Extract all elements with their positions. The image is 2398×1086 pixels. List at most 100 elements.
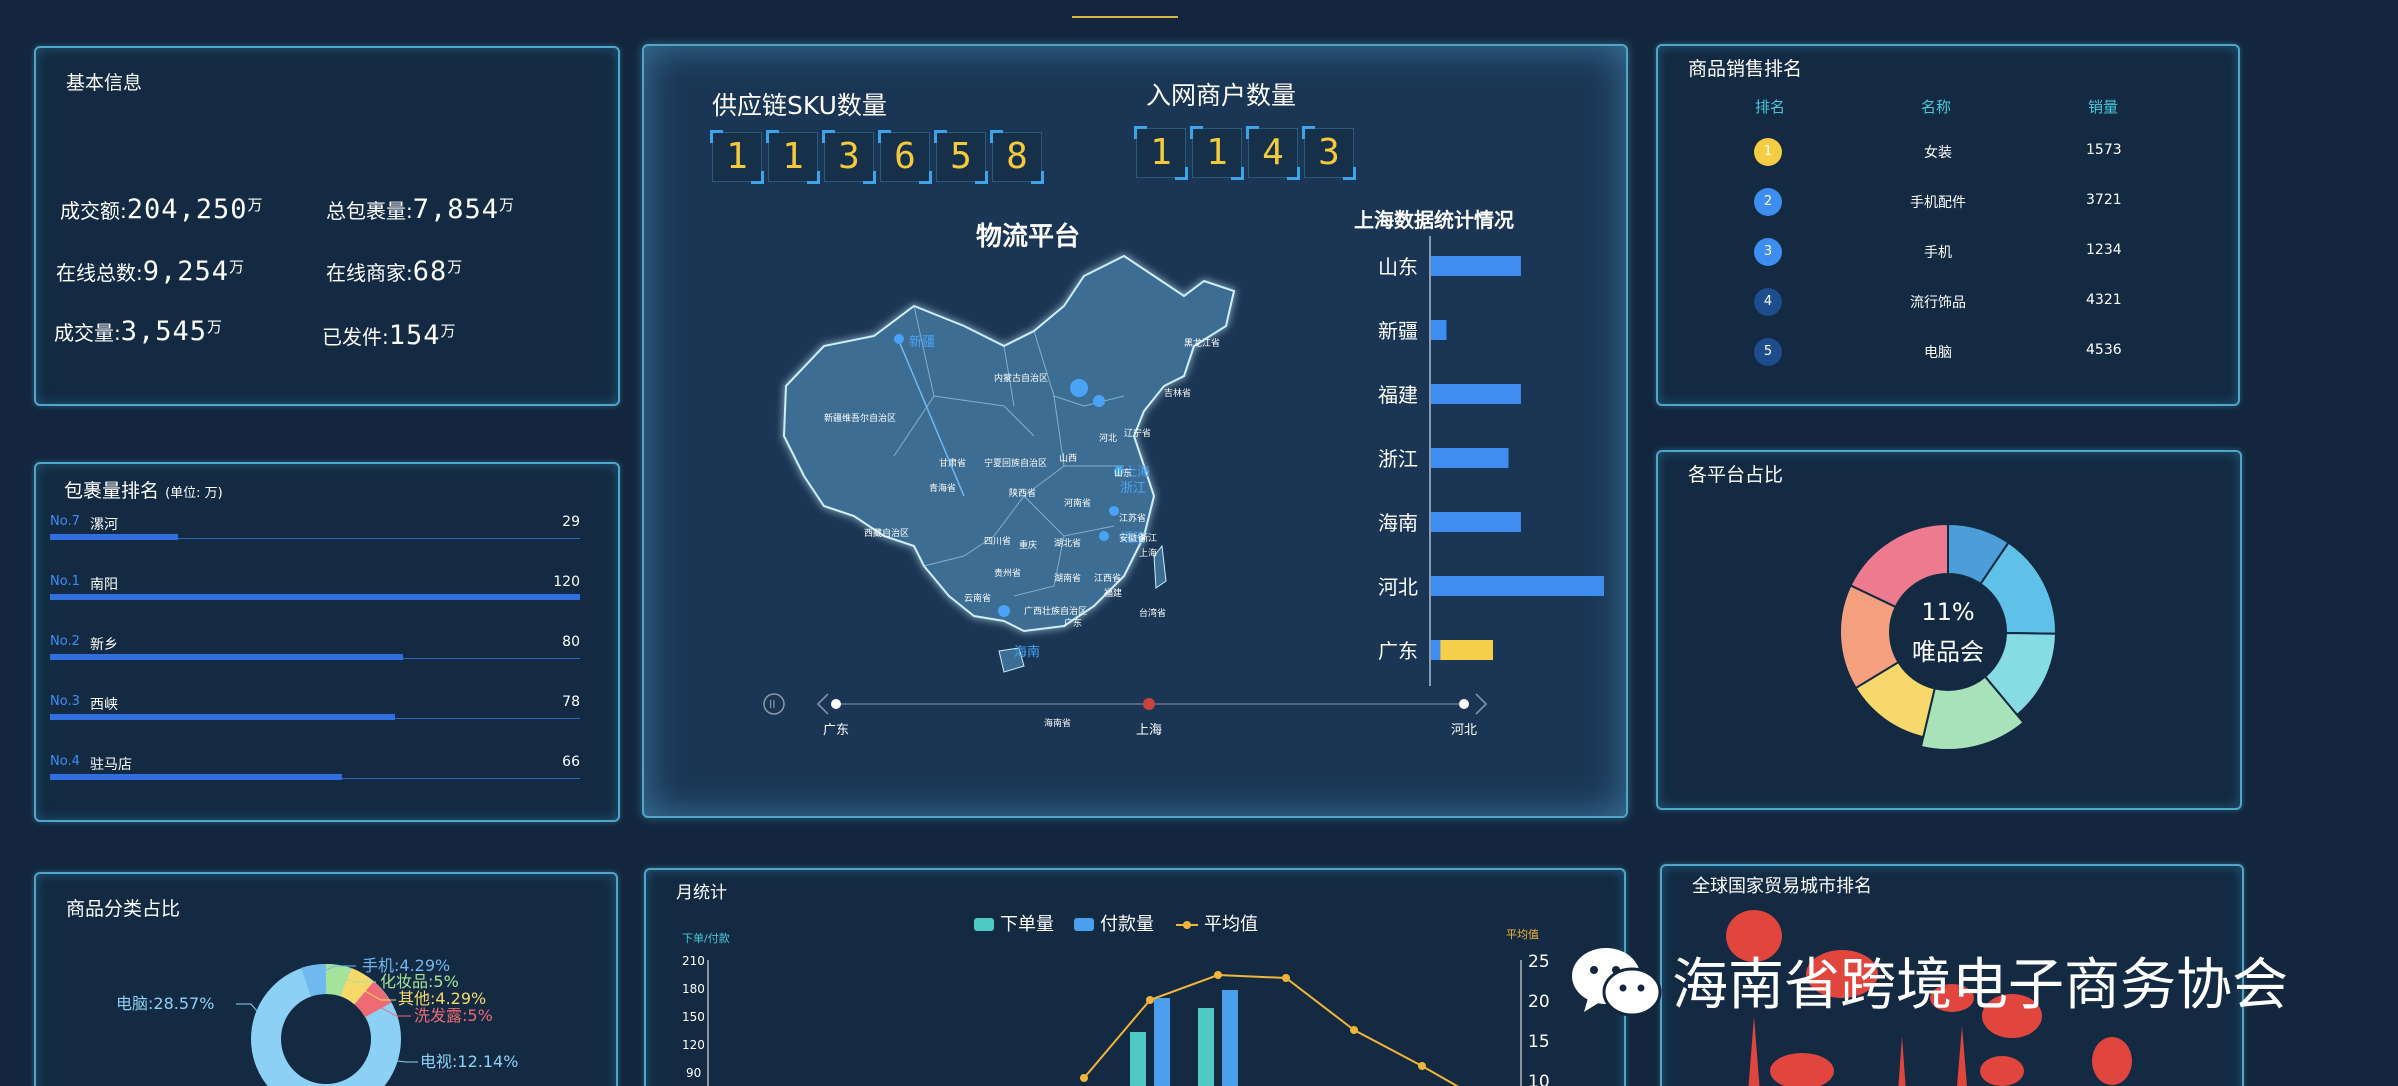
top-accent-line xyxy=(1072,16,1178,18)
city-dot xyxy=(998,605,1010,617)
stats-bar xyxy=(1431,320,1447,340)
rank-bar xyxy=(50,714,395,720)
map-province-label: 福建 xyxy=(1104,587,1122,599)
avg-point xyxy=(1350,1026,1358,1034)
city-dot xyxy=(1070,379,1088,397)
sales-rank-title: 商品销售排名 xyxy=(1688,58,1803,80)
timeline-node[interactable] xyxy=(1143,698,1155,710)
rank-bar xyxy=(50,534,179,540)
right-axis-label: 平均值 xyxy=(1506,928,1539,941)
rank-value: 80 xyxy=(562,634,580,650)
center-panel: 供应链SKU数量 113658 入网商户数量 1143 物流平台 新疆 海南 上… xyxy=(642,44,1628,818)
stats-bar xyxy=(1431,576,1604,596)
product-sales: 4536 xyxy=(2086,342,2122,358)
basic-info-title: 基本信息 xyxy=(66,72,143,94)
legend-order-swatch xyxy=(974,918,994,931)
info-label: 已发件: xyxy=(322,325,389,349)
map-province-label: 甘肃省 xyxy=(939,457,966,469)
timeline-label: 广东 xyxy=(823,723,849,738)
counter-digit: 6 xyxy=(878,130,932,184)
rank-name: 南阳 xyxy=(90,577,118,593)
timeline-node[interactable] xyxy=(831,699,841,709)
map-province-label: 浙江 xyxy=(1139,532,1157,544)
map-province-label: 新疆维吾尔自治区 xyxy=(824,412,896,424)
map-province-label: 江西省 xyxy=(1094,572,1121,584)
category-donut: 手机:4.29% 化妆品:5% 其他:4.29% 洗发露:5% 电脑:28.57… xyxy=(116,956,518,1086)
category-slice-shampoo xyxy=(353,981,392,1018)
rank-badge: 4 xyxy=(1754,288,1782,316)
city-bubble xyxy=(2092,1037,2132,1085)
rank-no: No.7 xyxy=(50,514,80,529)
sales-header-name: 名称 xyxy=(1921,98,1952,116)
map-province-label: 辽宁省 xyxy=(1124,427,1151,439)
pause-icon: II xyxy=(769,698,776,711)
info-unit: 万 xyxy=(499,196,515,214)
category-label: 电脑:28.57% xyxy=(116,994,214,1013)
rank-name: 驻马店 xyxy=(90,757,132,773)
rank-bar xyxy=(50,594,580,600)
left-tick: 150 xyxy=(682,1010,705,1024)
category-label: 电视:12.14% xyxy=(420,1052,518,1071)
avg-point xyxy=(1282,974,1290,982)
map-province-label: 青海省 xyxy=(929,482,956,494)
platform-center-value: 11% xyxy=(1921,598,1975,626)
sales-rank-panel: 商品销售排名 排名 名称 销量 1 女装 1573 2 手机配件 3721 3 手机 1234 4… xyxy=(1656,44,2240,406)
product-sales: 4321 xyxy=(2086,292,2122,308)
map-province-label: 内蒙古自治区 xyxy=(994,372,1048,384)
timeline-prev-icon[interactable] xyxy=(816,693,829,715)
stats-label: 福建 xyxy=(1378,383,1418,407)
map-tag: 海南 xyxy=(1014,644,1040,660)
rank-no: No.1 xyxy=(50,574,80,589)
info-item: 成交量:3,545万 xyxy=(54,316,222,347)
package-rank-row: No.2 新乡 80 xyxy=(50,634,580,684)
map-province-label: 上海 xyxy=(1139,547,1157,559)
info-value: 154 xyxy=(388,320,441,351)
timeline-label: 河北 xyxy=(1451,723,1477,738)
rank-badge: 5 xyxy=(1754,338,1782,366)
sales-header-rank: 排名 xyxy=(1755,98,1786,116)
sales-row: 2 手机配件 3721 xyxy=(1658,188,2238,232)
city-bubble xyxy=(1980,1056,2024,1086)
rank-no: No.4 xyxy=(50,754,80,769)
map-province-label: 湖北省 xyxy=(1054,537,1081,549)
stats-bar xyxy=(1431,640,1441,660)
product-name: 女装 xyxy=(1924,145,1952,161)
legend-avg-dot xyxy=(1183,921,1191,929)
city-dot xyxy=(1109,506,1119,516)
info-unit: 万 xyxy=(207,318,223,336)
category-share-panel: 商品分类占比 手机:4.29% 化妆品:5% 其他:4.29% 洗发露:5% 电… xyxy=(34,872,618,1086)
counter-digit: 3 xyxy=(1302,126,1356,180)
timeline-node[interactable] xyxy=(1459,699,1469,709)
info-value: 204,250 xyxy=(126,194,248,225)
timeline-next-icon[interactable] xyxy=(1475,693,1488,715)
sales-row: 1 女装 1573 xyxy=(1658,138,2238,182)
rank-name: 西峡 xyxy=(90,697,118,713)
category-slice-other xyxy=(339,968,374,1005)
info-item: 在线商家:68万 xyxy=(326,256,462,287)
sku-counter: 113658 xyxy=(710,130,1048,184)
map-province-label: 江苏省 xyxy=(1119,512,1146,524)
map-province-label: 西藏自治区 xyxy=(864,527,909,539)
left-axis-label: 下单/付款 xyxy=(682,931,730,945)
product-name: 手机 xyxy=(1924,245,1952,261)
stats-bar-chart: 山东新疆福建浙江海南河北广东 xyxy=(1378,236,1604,686)
sku-title: 供应链SKU数量 xyxy=(712,91,887,120)
rank-value: 66 xyxy=(562,754,580,770)
counter-digit: 1 xyxy=(1190,126,1244,180)
map-province-label: 河南省 xyxy=(1064,497,1091,509)
rank-badge: 1 xyxy=(1754,138,1782,166)
info-label: 在线商家: xyxy=(326,261,413,285)
stats-bar xyxy=(1431,448,1509,468)
timeline: II 广东 上海 河北 xyxy=(763,693,1488,738)
stats-title: 上海数据统计情况 xyxy=(1354,208,1514,232)
info-unit: 万 xyxy=(447,258,463,276)
product-name: 电脑 xyxy=(1924,345,1952,361)
info-label: 在线总数: xyxy=(56,261,143,285)
rank-value: 78 xyxy=(562,694,580,710)
stats-bar xyxy=(1431,256,1521,276)
stats-bar xyxy=(1431,512,1521,532)
watermark: 海南省跨境电子商务协会 xyxy=(1568,940,2288,1020)
counter-digit: 1 xyxy=(710,130,764,184)
package-rank-panel: 包裹量排名 (单位: 万) No.7 漯河 29 No.1 南阳 120 No.2 新乡 80 N… xyxy=(34,462,620,822)
stats-label: 新疆 xyxy=(1378,319,1418,343)
